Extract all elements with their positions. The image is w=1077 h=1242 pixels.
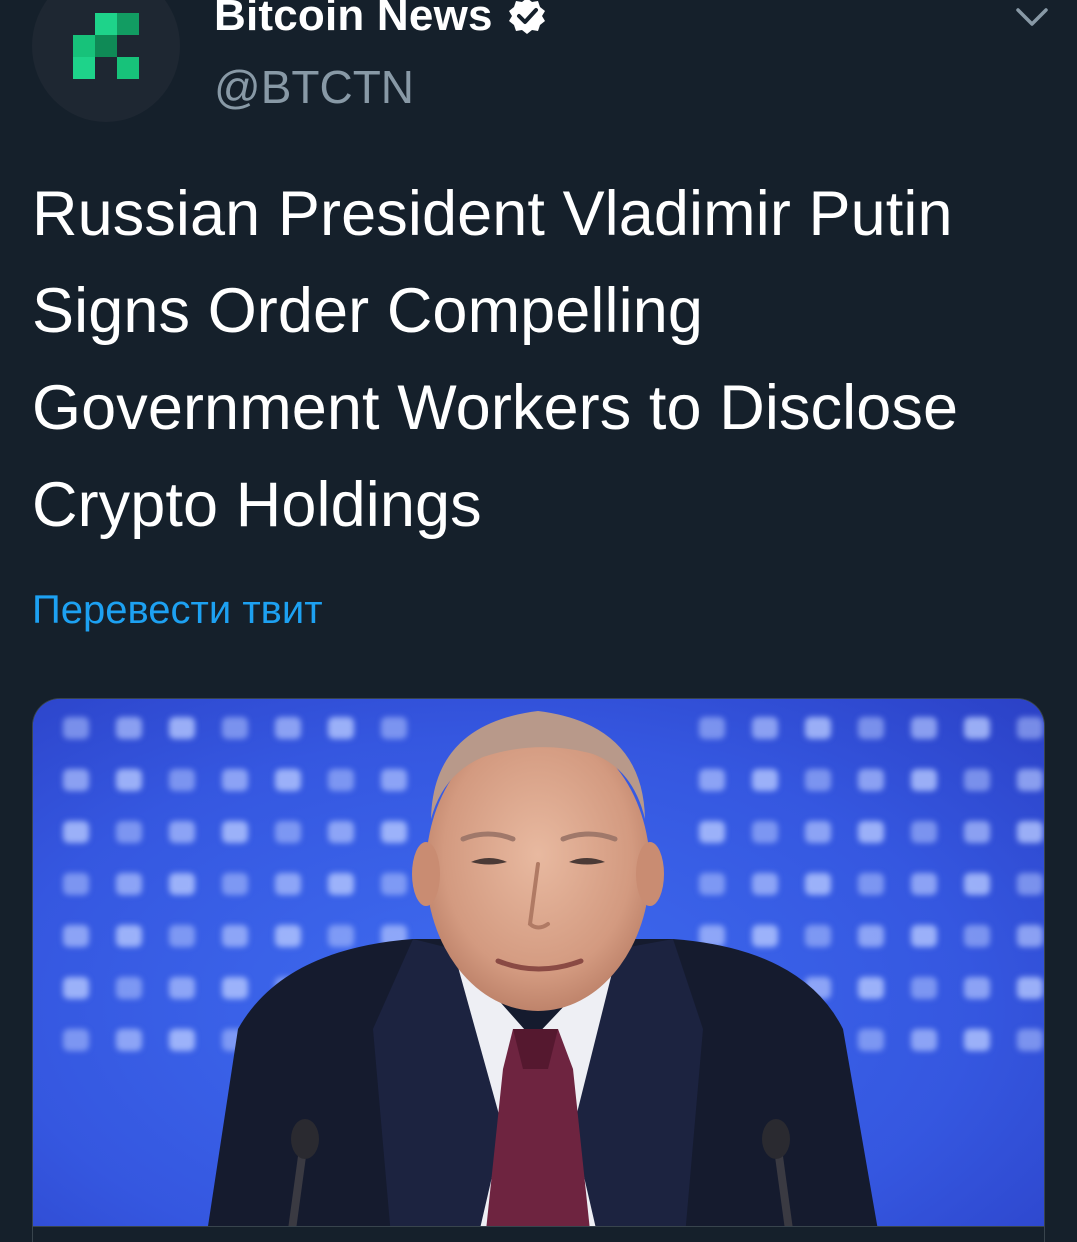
bitcoin-news-logo-icon [73,13,139,79]
tweet-text: Russian President Vladimir Putin Signs O… [32,179,959,540]
translate-tweet-link[interactable]: Перевести твит [32,588,323,633]
author-name-row[interactable]: Bitcoin News [214,0,547,46]
media-card-footer [33,1226,1044,1242]
tweet-media-card[interactable] [32,698,1045,1242]
verified-badge-icon [508,0,545,34]
author-handle[interactable]: @BTCTN [214,60,414,114]
chevron-down-icon[interactable] [1012,2,1052,32]
tweet: Bitcoin News @BTCTN Russian President Vl… [0,0,1077,1242]
author-display-name[interactable]: Bitcoin News [214,0,493,41]
avatar[interactable] [32,0,180,122]
media-photo [33,699,1044,1242]
